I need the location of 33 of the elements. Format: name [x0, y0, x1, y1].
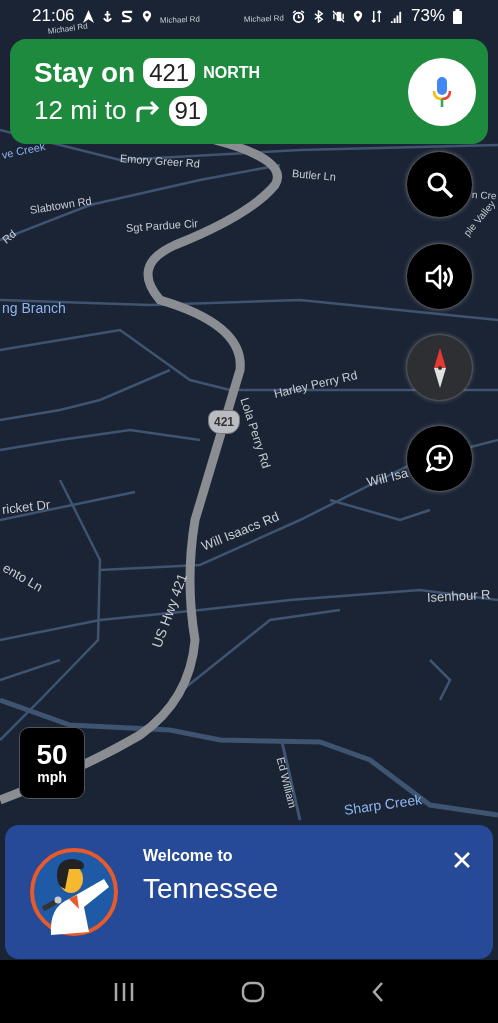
- direction-text: NORTH: [203, 64, 261, 82]
- route-shield: 421: [208, 410, 240, 434]
- map-label: Michael Rd: [47, 22, 89, 36]
- map-label: Will Isaacs Rd: [199, 509, 281, 553]
- map-label: Slabtown Rd: [29, 195, 93, 216]
- map-label: Lola Perry Rd: [238, 396, 273, 470]
- map-label: Ed William: [274, 756, 298, 810]
- clock: 21:06: [32, 6, 75, 25]
- speed-unit: mph: [37, 769, 67, 785]
- map-label: Emory Greer Rd: [119, 153, 201, 170]
- state-name: Tennessee: [143, 873, 280, 905]
- map-label: Isenhour R: [426, 587, 491, 604]
- distance-text: 12 mi to: [34, 95, 127, 126]
- welcome-heading: Welcome to: [143, 847, 234, 865]
- map-label: Michael Rd: [159, 15, 201, 25]
- battery-percent: 73%: [410, 6, 445, 26]
- route-shield: 421: [143, 58, 196, 88]
- map-label: Sharp Creek: [343, 792, 423, 817]
- map-label: n Cre: [471, 190, 497, 202]
- map-label: Will Isa: [365, 466, 410, 489]
- map-label: Butler Ln: [291, 168, 337, 183]
- speed-limit-value: 50: [36, 741, 68, 769]
- route-shield: 91: [168, 95, 208, 126]
- map-label: US Hwy 421: [149, 571, 190, 650]
- map-label: Rd: [0, 228, 19, 246]
- map-label: Harley Perry Rd: [272, 368, 359, 400]
- map-label: ve Creek: [0, 140, 47, 161]
- map-label: Michael Rd: [243, 14, 285, 24]
- instruction-text: Stay on: [34, 57, 136, 89]
- map-label: ricket Dr: [1, 498, 51, 516]
- map-label: ng Branch: [2, 301, 66, 315]
- map-label: ento Ln: [0, 560, 45, 594]
- map-label: Sgt Pardue Cir: [125, 218, 199, 234]
